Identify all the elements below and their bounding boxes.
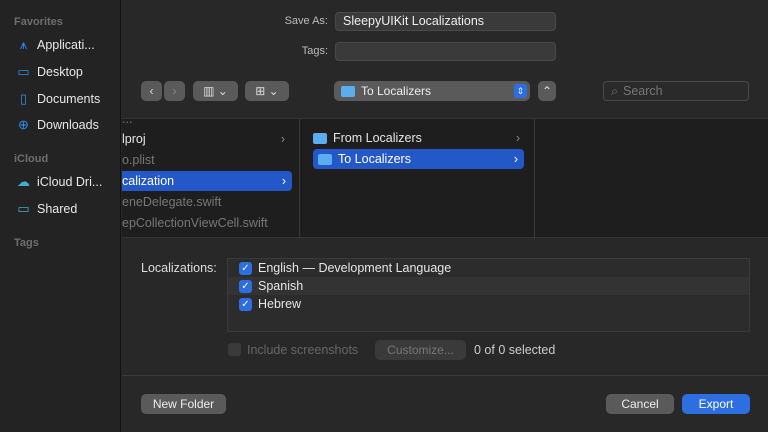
chevron-right-icon: › [513, 152, 518, 166]
browser-column-2: From Localizers › To Localizers › [301, 119, 535, 239]
cancel-button[interactable]: Cancel [606, 394, 674, 414]
export-button[interactable]: Export [682, 394, 750, 414]
sidebar-item-downloads[interactable]: ⊕ Downloads [16, 117, 99, 133]
favorites-header: Favorites [14, 16, 63, 28]
checkbox-checked-icon[interactable]: ✓ [239, 261, 252, 275]
chevron-right-icon: › [515, 131, 520, 145]
cloud-icon: ☁ [17, 174, 30, 189]
folder-icon [341, 85, 355, 97]
group-button[interactable]: ⊞ ⌄ [245, 81, 289, 101]
list-item-selected[interactable]: To Localizers › [313, 149, 524, 169]
save-as-input[interactable]: SleepyUIKit Localizations [335, 12, 556, 31]
grid-icon: ⊞ ⌄ [255, 84, 279, 98]
tags-header: Tags [14, 237, 39, 249]
localizations-list: ✓ English — Development Language ✓ Spanish… [227, 258, 750, 332]
localizations-label: Localizations: [141, 261, 217, 275]
icloud-header: iCloud [14, 153, 49, 165]
selected-count: 0 of 0 selected [474, 343, 556, 357]
search-input[interactable]: ⌕ Search [603, 81, 749, 101]
chevron-up-icon: ⌃ [541, 84, 553, 98]
updown-chevron-icon: ⇕ [514, 84, 527, 98]
document-icon: ▯ [19, 91, 28, 106]
list-item-selected[interactable]: calization › [122, 171, 292, 191]
sidebar-item-applications[interactable]: ⩚ Applicati... [16, 37, 95, 53]
checkbox-checked-icon[interactable]: ✓ [239, 297, 252, 311]
sidebar: Favorites ⩚ Applicati... ▭ Desktop ▯ Docume… [0, 0, 121, 432]
file-browser: ... lproj › o.plist calization › eneDelega… [122, 112, 768, 239]
forward-button[interactable]: › [164, 81, 185, 101]
list-item[interactable]: epCollectionViewCell.swift [122, 213, 291, 233]
downloads-icon: ⊕ [18, 117, 29, 132]
browser-column-1: ... lproj › o.plist calization › eneDelega… [122, 112, 300, 239]
checkbox-checked-icon[interactable]: ✓ [239, 279, 252, 293]
search-icon: ⌕ [611, 83, 619, 98]
customize-button[interactable]: Customize... [375, 340, 466, 360]
back-button[interactable]: ‹ [141, 81, 162, 101]
tags-label: Tags: [301, 45, 328, 57]
list-item[interactable]: ... [122, 109, 291, 129]
sidebar-item-desktop[interactable]: ▭ Desktop [16, 64, 83, 80]
save-as-label: Save As: [284, 15, 328, 27]
sidebar-item-documents[interactable]: ▯ Documents [16, 91, 100, 107]
sidebar-item-shared[interactable]: ▭ Shared [16, 201, 77, 217]
view-mode-button[interactable]: ▥ ⌄ [193, 81, 238, 101]
localization-row-spanish[interactable]: ✓ Spanish [228, 277, 749, 295]
tags-input[interactable] [335, 42, 556, 61]
folder-icon [313, 132, 327, 144]
location-popup[interactable]: To Localizers ⇕ [334, 81, 530, 101]
applications-icon: ⩚ [19, 37, 28, 52]
list-item[interactable]: From Localizers › [313, 128, 526, 148]
localization-row-english[interactable]: ✓ English — Development Language [228, 259, 749, 277]
columns-icon: ▥ ⌄ [203, 84, 228, 98]
divider [122, 375, 768, 376]
expand-collapse-button[interactable]: ⌃ [538, 81, 556, 101]
shared-folder-icon: ▭ [17, 201, 30, 216]
new-folder-button[interactable]: New Folder [141, 394, 226, 414]
list-item[interactable]: eneDelegate.swift [122, 192, 291, 212]
folder-icon [318, 153, 332, 165]
chevron-right-icon: › [172, 84, 177, 98]
desktop-icon: ▭ [17, 64, 30, 79]
list-item[interactable]: o.plist [122, 150, 291, 170]
include-screenshots-label: Include screenshots [247, 343, 359, 357]
include-screenshots-checkbox[interactable] [228, 343, 241, 356]
chevron-left-icon: ‹ [149, 84, 154, 98]
list-item[interactable]: lproj › [122, 129, 291, 149]
chevron-right-icon: › [280, 132, 285, 146]
sidebar-item-icloud-drive[interactable]: ☁ iCloud Dri... [16, 174, 102, 190]
localization-row-hebrew[interactable]: ✓ Hebrew [228, 295, 749, 313]
chevron-right-icon: › [281, 174, 286, 188]
